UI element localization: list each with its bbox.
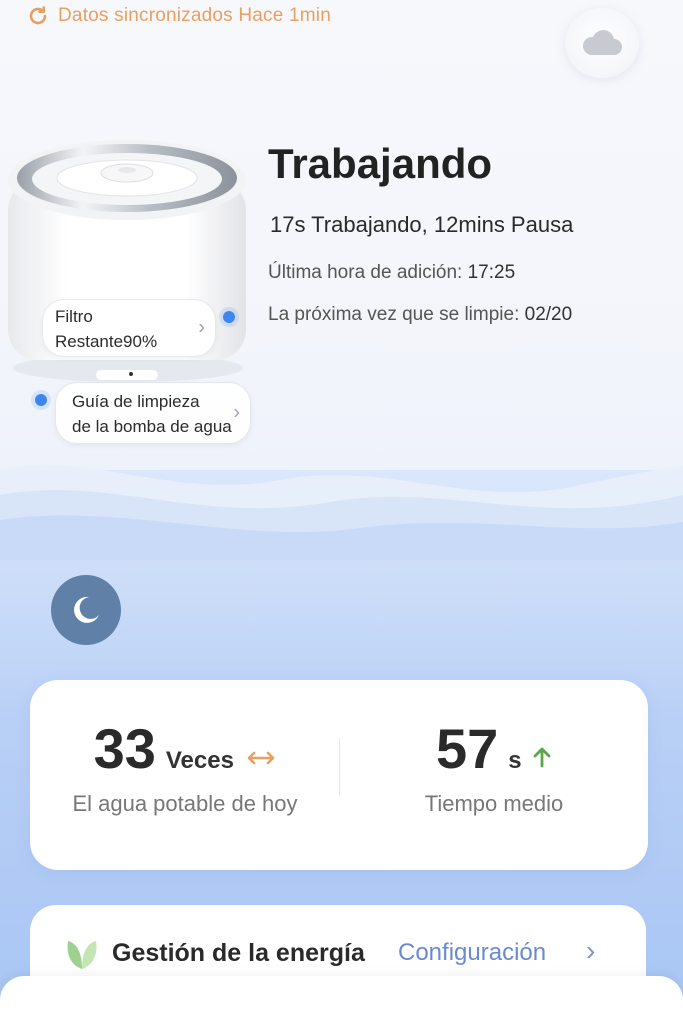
arrow-up-icon <box>533 747 551 768</box>
last-add-label: Última hora de adición: <box>268 262 463 283</box>
average-time-stat[interactable]: 57 s Tiempo medio <box>340 716 648 817</box>
next-clean-value: 02/20 <box>524 304 573 325</box>
filter-indicator-dot <box>223 311 235 323</box>
chevron-right-icon: › <box>233 401 240 424</box>
guide-tag-line2: de la bomba de agua <box>72 417 232 436</box>
next-clean-date: La próxima vez que se limpie: 02/20 <box>268 304 572 326</box>
bottom-sheet <box>0 976 683 1036</box>
energy-title: Gestión de la energía <box>112 939 365 967</box>
last-add-value: 17:25 <box>467 262 516 283</box>
cloud-icon <box>582 30 622 55</box>
work-summary: 17s Trabajando, 12mins Pausa <box>270 212 574 237</box>
filter-tag[interactable]: Filtro Restante90% › <box>42 299 216 357</box>
night-mode-button[interactable] <box>51 575 121 645</box>
average-time-unit: s <box>508 747 522 774</box>
energy-settings-link[interactable]: Configuración <box>398 939 546 967</box>
filter-tag-remaining: Restante90% <box>55 332 158 351</box>
horizontal-arrows-icon <box>248 751 275 765</box>
drinks-unit: Veces <box>165 747 234 774</box>
last-add-time: Última hora de adición: 17:25 <box>268 262 515 284</box>
water-waves <box>0 465 683 560</box>
drinks-today-stat[interactable]: 33 Veces El agua potable de hoy <box>30 716 340 817</box>
refresh-icon <box>29 6 47 25</box>
drinks-label: El agua potable de hoy <box>72 791 298 816</box>
filter-tag-title: Filtro <box>55 307 93 326</box>
guide-tag-line1: Guía de limpieza <box>72 392 200 411</box>
next-clean-label: La próxima vez que se limpie: <box>268 304 520 325</box>
device-status-title: Trabajando <box>268 140 493 187</box>
drinking-stats-card: 33 Veces El agua potable de hoy 57 s Tiemp… <box>30 680 648 870</box>
sync-text: Datos sincronizados Hace 1min <box>58 5 331 26</box>
drinks-count: 33 <box>93 717 156 780</box>
chevron-right-icon[interactable]: › <box>586 935 595 967</box>
leaf-icon <box>67 941 97 969</box>
average-time-value: 57 <box>435 717 499 780</box>
guide-indicator-dot <box>35 394 47 406</box>
average-time-label: Tiempo medio <box>424 791 564 816</box>
moon-icon <box>74 596 99 623</box>
pump-cleaning-guide-tag[interactable]: Guía de limpieza de la bomba de agua › <box>55 382 251 444</box>
sync-status: Datos sincronizados Hace 1min <box>26 4 331 28</box>
chevron-right-icon: › <box>198 316 205 339</box>
cloud-button[interactable] <box>565 8 639 78</box>
